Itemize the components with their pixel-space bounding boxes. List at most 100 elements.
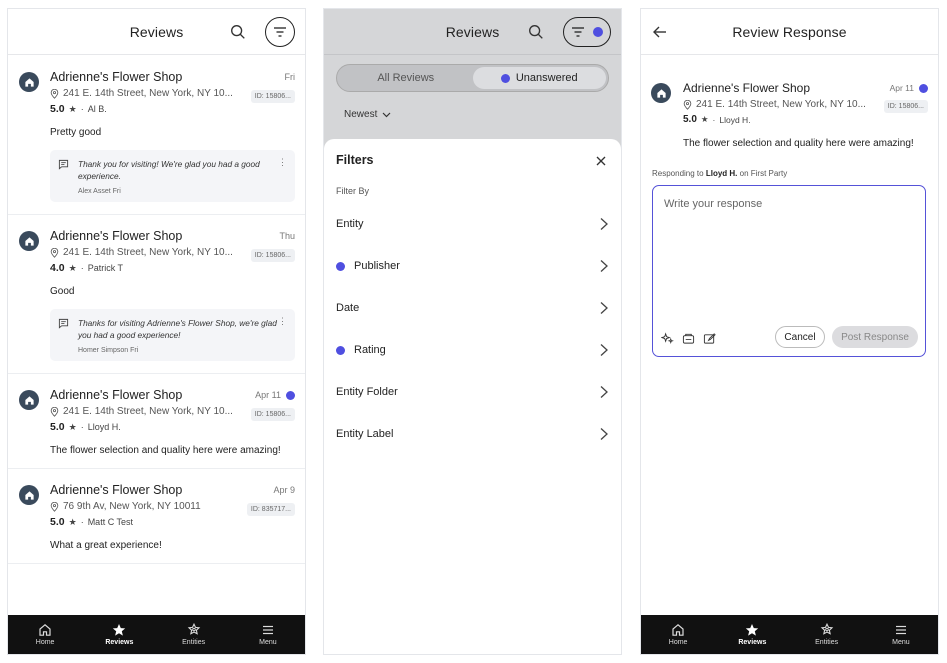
reply-text: Thanks for visiting Adrienne's Flower Sh… [78,318,277,341]
post-response-button[interactable]: Post Response [832,326,918,348]
review-text: Good [50,286,75,298]
filter-entity-label[interactable]: Entity Label [336,424,609,444]
filter-icon [572,27,584,37]
tab-label: Unanswered [515,72,578,84]
rating: 5.0 ★ · Lloyd H. [50,421,295,433]
separator: · [80,422,84,433]
nav-home[interactable]: Home [641,615,715,654]
cancel-button[interactable]: Cancel [775,326,825,348]
filter-label: Rating [354,344,386,356]
nav-reviews[interactable]: Reviews [82,615,156,654]
filter-label: Entity Label [336,428,394,440]
more-options-icon[interactable]: ⋮ [278,157,287,168]
back-arrow-icon[interactable] [651,23,669,41]
owner-reply[interactable]: Thank you for visiting! We're glad you h… [50,150,295,203]
page-title: Reviews [445,23,500,40]
review-author: Lloyd H. [719,114,751,125]
address-text: 76 9th Av, New York, NY 10011 [63,501,201,513]
list-item[interactable]: Adrienne's Flower Shop Fri 241 E. 14th S… [8,56,305,216]
chevron-right-icon [600,386,608,398]
review-date: Thu [279,231,295,241]
search-icon[interactable] [229,23,247,41]
search-icon[interactable] [527,23,545,41]
sort-dropdown[interactable]: Newest [344,109,391,120]
edit-icon[interactable] [703,332,716,345]
rating-value: 5.0 [50,103,65,115]
location-pin-icon [50,406,59,417]
filter-entity-folder[interactable]: Entity Folder [336,382,609,402]
location-pin-icon [50,247,59,258]
review-date-text: Apr 11 [889,83,914,93]
responding-to-label: Responding to Lloyd H. on First Party [652,169,787,178]
unread-dot [919,83,928,93]
star-icon: ★ [700,114,709,124]
nav-label: Reviews [738,639,767,646]
bottom-nav: Home Reviews Entities Menu [641,615,938,654]
filter-button[interactable] [563,17,611,47]
business-name: Adrienne's Flower Shop [50,229,183,244]
star-icon [113,624,126,636]
owner-reply[interactable]: Thanks for visiting Adrienne's Flower Sh… [50,309,295,362]
sort-label: Newest [344,109,378,120]
home-icon [24,490,34,500]
review-date-text: Apr 11 [255,390,281,401]
active-filter-dot [336,261,345,271]
nav-menu[interactable]: Menu [864,615,938,654]
business-name: Adrienne's Flower Shop [50,483,183,498]
nav-entities[interactable]: Entities [157,615,231,654]
home-icon [24,395,34,405]
review-response-screen: Review Response Adrienne's Flower Shop A… [640,8,939,655]
filter-publisher[interactable]: Publisher [336,256,609,276]
avatar [19,390,39,411]
review-date: Fri [285,72,296,82]
entity-id-badge: ID: 15806... [250,249,295,263]
reply-meta: Homer Simpson Fri [78,347,285,354]
dimmed-background: Reviews All Reviews Unanswered Newest [324,9,621,149]
review-text: What a great experience! [50,540,162,552]
rating-value: 4.0 [50,262,65,275]
review-list[interactable]: Adrienne's Flower Shop Fri 241 E. 14th S… [8,56,305,615]
filter-rating[interactable]: Rating [336,340,609,360]
review-segment-control: All Reviews Unanswered [336,64,609,92]
filter-label: Entity Folder [336,386,398,398]
tab-unanswered[interactable]: Unanswered [472,67,606,89]
comment-icon [58,159,69,170]
separator: · [712,114,716,125]
list-item[interactable]: Adrienne's Flower Shop Thu 241 E. 14th S… [8,215,305,375]
reply-author: Homer Simpson [78,347,129,355]
review-date-text: Thu [279,231,295,242]
list-item[interactable]: Adrienne's Flower Shop Apr 9 76 9th Av, … [8,469,305,565]
nav-entities[interactable]: Entities [790,615,864,654]
entity-id-badge: ID: 15806... [250,90,295,103]
home-icon [24,77,34,87]
rating: 4.0 ★ · Patrick T [50,262,295,274]
tab-all-reviews[interactable]: All Reviews [339,67,473,89]
ai-sparkle-icon[interactable] [661,332,674,345]
review-author: Al B. [87,104,107,114]
location-pin-icon [50,501,59,512]
close-icon[interactable] [595,155,607,167]
review-text: The flower selection and quality here we… [50,445,281,457]
nav-reviews[interactable]: Reviews [715,615,789,654]
review-author: Matt C Test [87,517,134,528]
home-icon [672,624,684,636]
separator: · [80,263,84,274]
filter-date[interactable]: Date [336,298,609,318]
responding-name: Lloyd H. [705,169,738,178]
star-icon: ★ [68,421,77,432]
entity-id-badge: ID: 15806... [883,100,928,113]
location-pin-icon [683,99,692,110]
reply-date: Fri [112,188,121,196]
template-icon[interactable] [682,332,695,345]
list-item[interactable]: Adrienne's Flower Shop Apr 11 241 E. 14t… [8,374,305,470]
nav-menu[interactable]: Menu [231,615,305,654]
response-textarea[interactable]: Write your response Cancel Post Response [652,185,926,357]
nav-home[interactable]: Home [8,615,82,654]
chevron-down-icon [382,112,391,117]
filter-button[interactable] [265,17,295,47]
avatar [19,485,39,506]
review-body: Adrienne's Flower Shop Apr 11 241 E. 14t… [683,81,928,149]
filter-entity[interactable]: Entity [336,214,609,234]
filter-label: Publisher [354,260,400,272]
more-options-icon[interactable]: ⋮ [278,316,287,327]
